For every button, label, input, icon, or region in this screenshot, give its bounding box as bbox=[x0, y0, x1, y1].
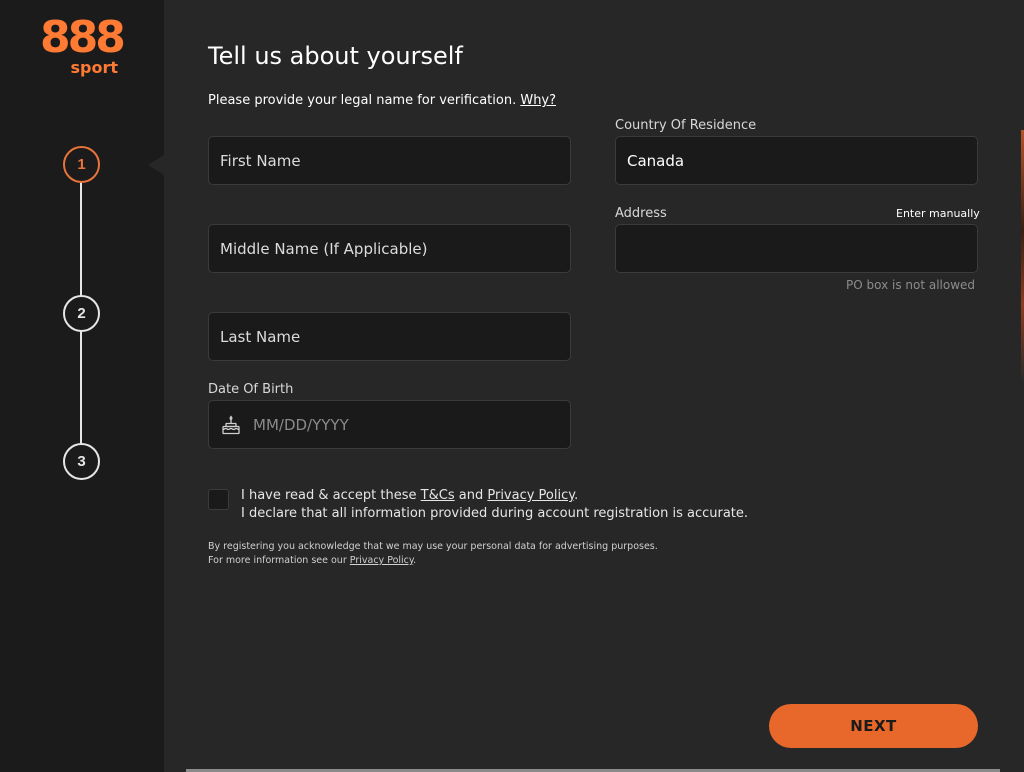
step-indicator-2: 2 bbox=[63, 295, 100, 332]
consent-prefix: I have read & accept these bbox=[241, 488, 417, 503]
step-indicator-1: 1 bbox=[63, 146, 100, 183]
last-name-input[interactable] bbox=[220, 313, 570, 360]
consent-and: and bbox=[458, 488, 484, 503]
country-input[interactable] bbox=[627, 137, 977, 184]
consent-line-2: I declare that all information provided … bbox=[241, 506, 749, 521]
step-indicator-3: 3 bbox=[63, 443, 100, 480]
address-input[interactable] bbox=[627, 225, 977, 272]
step-connector bbox=[80, 182, 82, 296]
privacy-policy-link[interactable]: Privacy Policy bbox=[487, 488, 574, 503]
address-label: Address bbox=[615, 206, 667, 221]
middle-name-input[interactable] bbox=[220, 225, 570, 272]
consent-line-1: I have read & accept these T&Cs and Priv… bbox=[241, 487, 748, 505]
step-number: 1 bbox=[77, 156, 86, 173]
notice-line-2: For more information see our Privacy Pol… bbox=[208, 554, 658, 568]
notice-privacy-policy-link[interactable]: Privacy Policy bbox=[350, 555, 413, 566]
advertising-notice: By registering you acknowledge that we m… bbox=[208, 540, 658, 568]
first-name-input[interactable] bbox=[220, 137, 570, 184]
step-number: 3 bbox=[77, 453, 86, 470]
active-step-pointer bbox=[148, 155, 164, 175]
middle-name-field[interactable] bbox=[208, 224, 571, 273]
step-number: 2 bbox=[77, 305, 86, 322]
consent-suffix: . bbox=[574, 488, 579, 503]
notice-prefix: For more information see our bbox=[208, 555, 347, 566]
page-subtitle: Please provide your legal name for verif… bbox=[208, 92, 556, 110]
subtitle-text: Please provide your legal name for verif… bbox=[208, 93, 517, 108]
step-connector bbox=[80, 331, 82, 445]
logo-subtitle: sport bbox=[70, 58, 118, 77]
dob-input[interactable] bbox=[253, 401, 570, 448]
first-name-field[interactable] bbox=[208, 136, 571, 185]
terms-checkbox[interactable] bbox=[208, 489, 229, 510]
why-link[interactable]: Why? bbox=[520, 93, 556, 108]
country-label: Country Of Residence bbox=[615, 118, 757, 133]
brand-logo: 888 sport bbox=[40, 14, 126, 80]
address-field[interactable] bbox=[615, 224, 978, 273]
notice-suffix: . bbox=[413, 555, 417, 566]
consent-text: I have read & accept these T&Cs and Priv… bbox=[241, 487, 748, 523]
notice-line-1: By registering you acknowledge that we m… bbox=[208, 541, 658, 552]
last-name-field[interactable] bbox=[208, 312, 571, 361]
progress-sidebar: 888 sport 1 2 3 bbox=[0, 0, 164, 772]
next-button[interactable]: NEXT bbox=[769, 704, 978, 748]
terms-link[interactable]: T&Cs bbox=[421, 488, 455, 503]
logo-wordmark: 888 bbox=[40, 12, 126, 63]
dob-label: Date Of Birth bbox=[208, 382, 294, 397]
enter-manually-link[interactable]: Enter manually bbox=[896, 207, 980, 221]
birthday-cake-icon bbox=[222, 414, 240, 434]
country-field[interactable] bbox=[615, 136, 978, 185]
page-title: Tell us about yourself bbox=[208, 42, 463, 70]
dob-field[interactable] bbox=[208, 400, 571, 449]
address-hint: PO box is not allowed bbox=[846, 278, 976, 292]
